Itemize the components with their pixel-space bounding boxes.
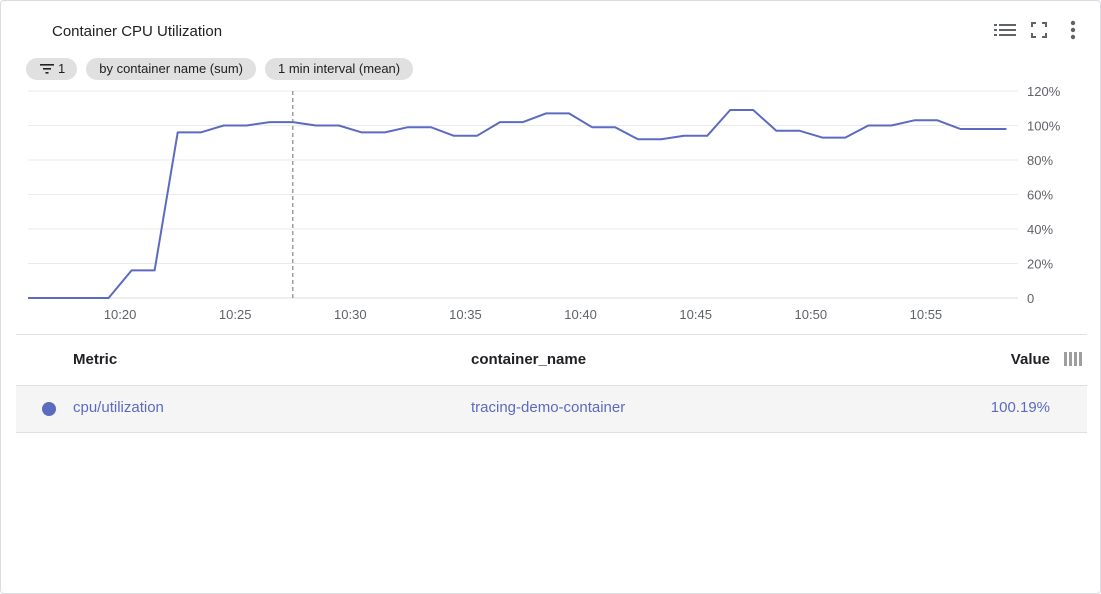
interval-chip[interactable]: 1 min interval (mean): [265, 58, 414, 80]
y-tick-label: 20%: [1027, 257, 1053, 272]
x-tick-label: 10:45: [679, 307, 712, 322]
x-tick-label: 10:35: [449, 307, 482, 322]
x-tick-label: 10:50: [795, 307, 828, 322]
column-picker-icon[interactable]: [1064, 351, 1084, 367]
table-header: Metric container_name Value: [16, 334, 1087, 386]
metric-cell[interactable]: cpu/utilization: [73, 399, 164, 416]
series-line-cpu-utilization: [28, 109, 1007, 299]
value-column-header[interactable]: Value: [1011, 351, 1050, 368]
legend-list-icon[interactable]: [994, 19, 1016, 41]
chart-title: Container CPU Utilization: [52, 23, 223, 40]
metric-column-header[interactable]: Metric: [73, 351, 117, 368]
legend-table: Metric container_name Value cpu/utilizat…: [16, 334, 1087, 433]
y-tick-label: 80%: [1027, 153, 1053, 168]
x-tick-label: 10:40: [564, 307, 597, 322]
chip-row: 1 by container name (sum) 1 min interval…: [26, 58, 414, 80]
x-tick-label: 10:20: [104, 307, 137, 322]
fullscreen-icon[interactable]: [1028, 19, 1050, 41]
group-by-chip[interactable]: by container name (sum): [86, 58, 257, 80]
y-tick-label: 60%: [1027, 188, 1053, 203]
value-cell: 100.19%: [990, 399, 1050, 416]
cpu-line-chart[interactable]: 0 20% 40% 60% 80% 100% 120% 10:20 10:25 10:30 10:3…: [1, 81, 1100, 326]
y-tick-label: 0: [1027, 291, 1034, 306]
x-tick-label: 10:30: [334, 307, 367, 322]
container-column-header[interactable]: container_name: [471, 351, 586, 368]
chart-actions: [994, 19, 1084, 41]
x-tick-label: 10:25: [219, 307, 252, 322]
y-tick-label: 100%: [1027, 119, 1061, 134]
filter-icon: [40, 64, 54, 74]
filter-count: 1: [58, 61, 66, 76]
more-vert-icon[interactable]: [1062, 19, 1084, 41]
series-color-dot: [42, 402, 56, 416]
filter-chip[interactable]: 1: [26, 58, 78, 80]
y-tick-label: 40%: [1027, 222, 1053, 237]
container-cell[interactable]: tracing-demo-container: [471, 399, 625, 416]
y-tick-label: 120%: [1027, 84, 1061, 99]
x-tick-label: 10:55: [910, 307, 943, 322]
chart-card: Container CPU Utilization 1 by container…: [0, 0, 1101, 594]
table-row[interactable]: cpu/utilization tracing-demo-container 1…: [16, 386, 1087, 433]
